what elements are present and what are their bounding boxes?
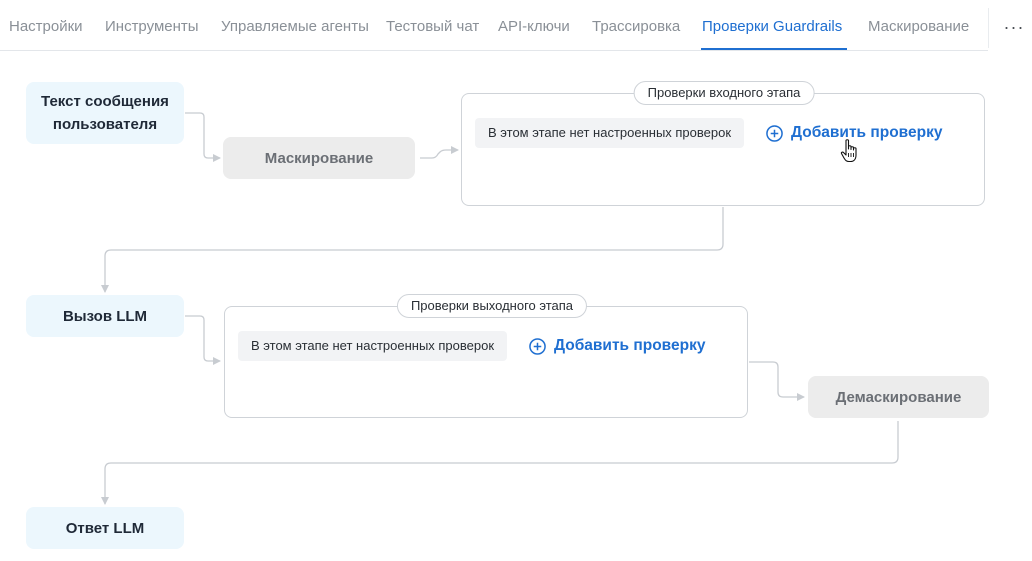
unmasking-node: Демаскирование <box>808 376 989 418</box>
input-stage-title: Проверки входного этапа <box>633 81 815 105</box>
output-stage-title: Проверки выходного этапа <box>396 294 588 318</box>
tab-bar: Настройки Инструменты Управляемые агенты… <box>0 0 988 51</box>
llm-call-node: Вызов LLM <box>26 295 184 337</box>
user-message-node: Текст сообщения пользователя <box>26 82 184 144</box>
llm-call-label: Вызов LLM <box>62 307 148 325</box>
output-stage-box: Проверки выходного этапа В этом этапе не… <box>224 294 748 418</box>
llm-response-node: Ответ LLM <box>26 507 184 549</box>
masking-label: Маскирование <box>264 149 374 167</box>
input-stage-box: Проверки входного этапа В этом этапе нет… <box>461 81 985 206</box>
output-stage-empty-note: В этом этапе нет настроенных проверок <box>238 331 508 361</box>
plus-circle-icon <box>766 124 783 142</box>
plus-circle-icon <box>529 337 546 355</box>
tab-settings[interactable]: Настройки <box>9 18 83 35</box>
tab-divider <box>988 8 989 48</box>
user-message-label: Текст сообщения пользователя <box>41 93 169 133</box>
input-add-check-label: Добавить проверку <box>791 124 943 141</box>
tab-test-chat[interactable]: Тестовый чат <box>386 18 479 35</box>
input-stage-empty-note: В этом этапе нет настроенных проверок <box>475 118 745 148</box>
hand-pointer-icon <box>840 139 857 163</box>
llm-response-label: Ответ LLM <box>65 519 145 537</box>
tab-tools[interactable]: Инструменты <box>105 18 199 35</box>
unmasking-label: Демаскирование <box>835 388 962 406</box>
more-tabs-button[interactable]: ··· <box>1000 14 1028 40</box>
tab-managed-agents[interactable]: Управляемые агенты <box>221 18 369 35</box>
tab-guardrails[interactable]: Проверки Guardrails <box>702 18 842 35</box>
tab-api-keys[interactable]: API-ключи <box>498 18 570 35</box>
output-add-check-label: Добавить проверку <box>554 337 706 354</box>
tab-masking[interactable]: Маскирование <box>868 18 969 35</box>
tab-tracing[interactable]: Трассировка <box>592 18 680 35</box>
output-add-check-button[interactable]: Добавить проверку <box>529 333 705 359</box>
active-tab-indicator <box>701 48 847 50</box>
masking-node: Маскирование <box>223 137 415 179</box>
